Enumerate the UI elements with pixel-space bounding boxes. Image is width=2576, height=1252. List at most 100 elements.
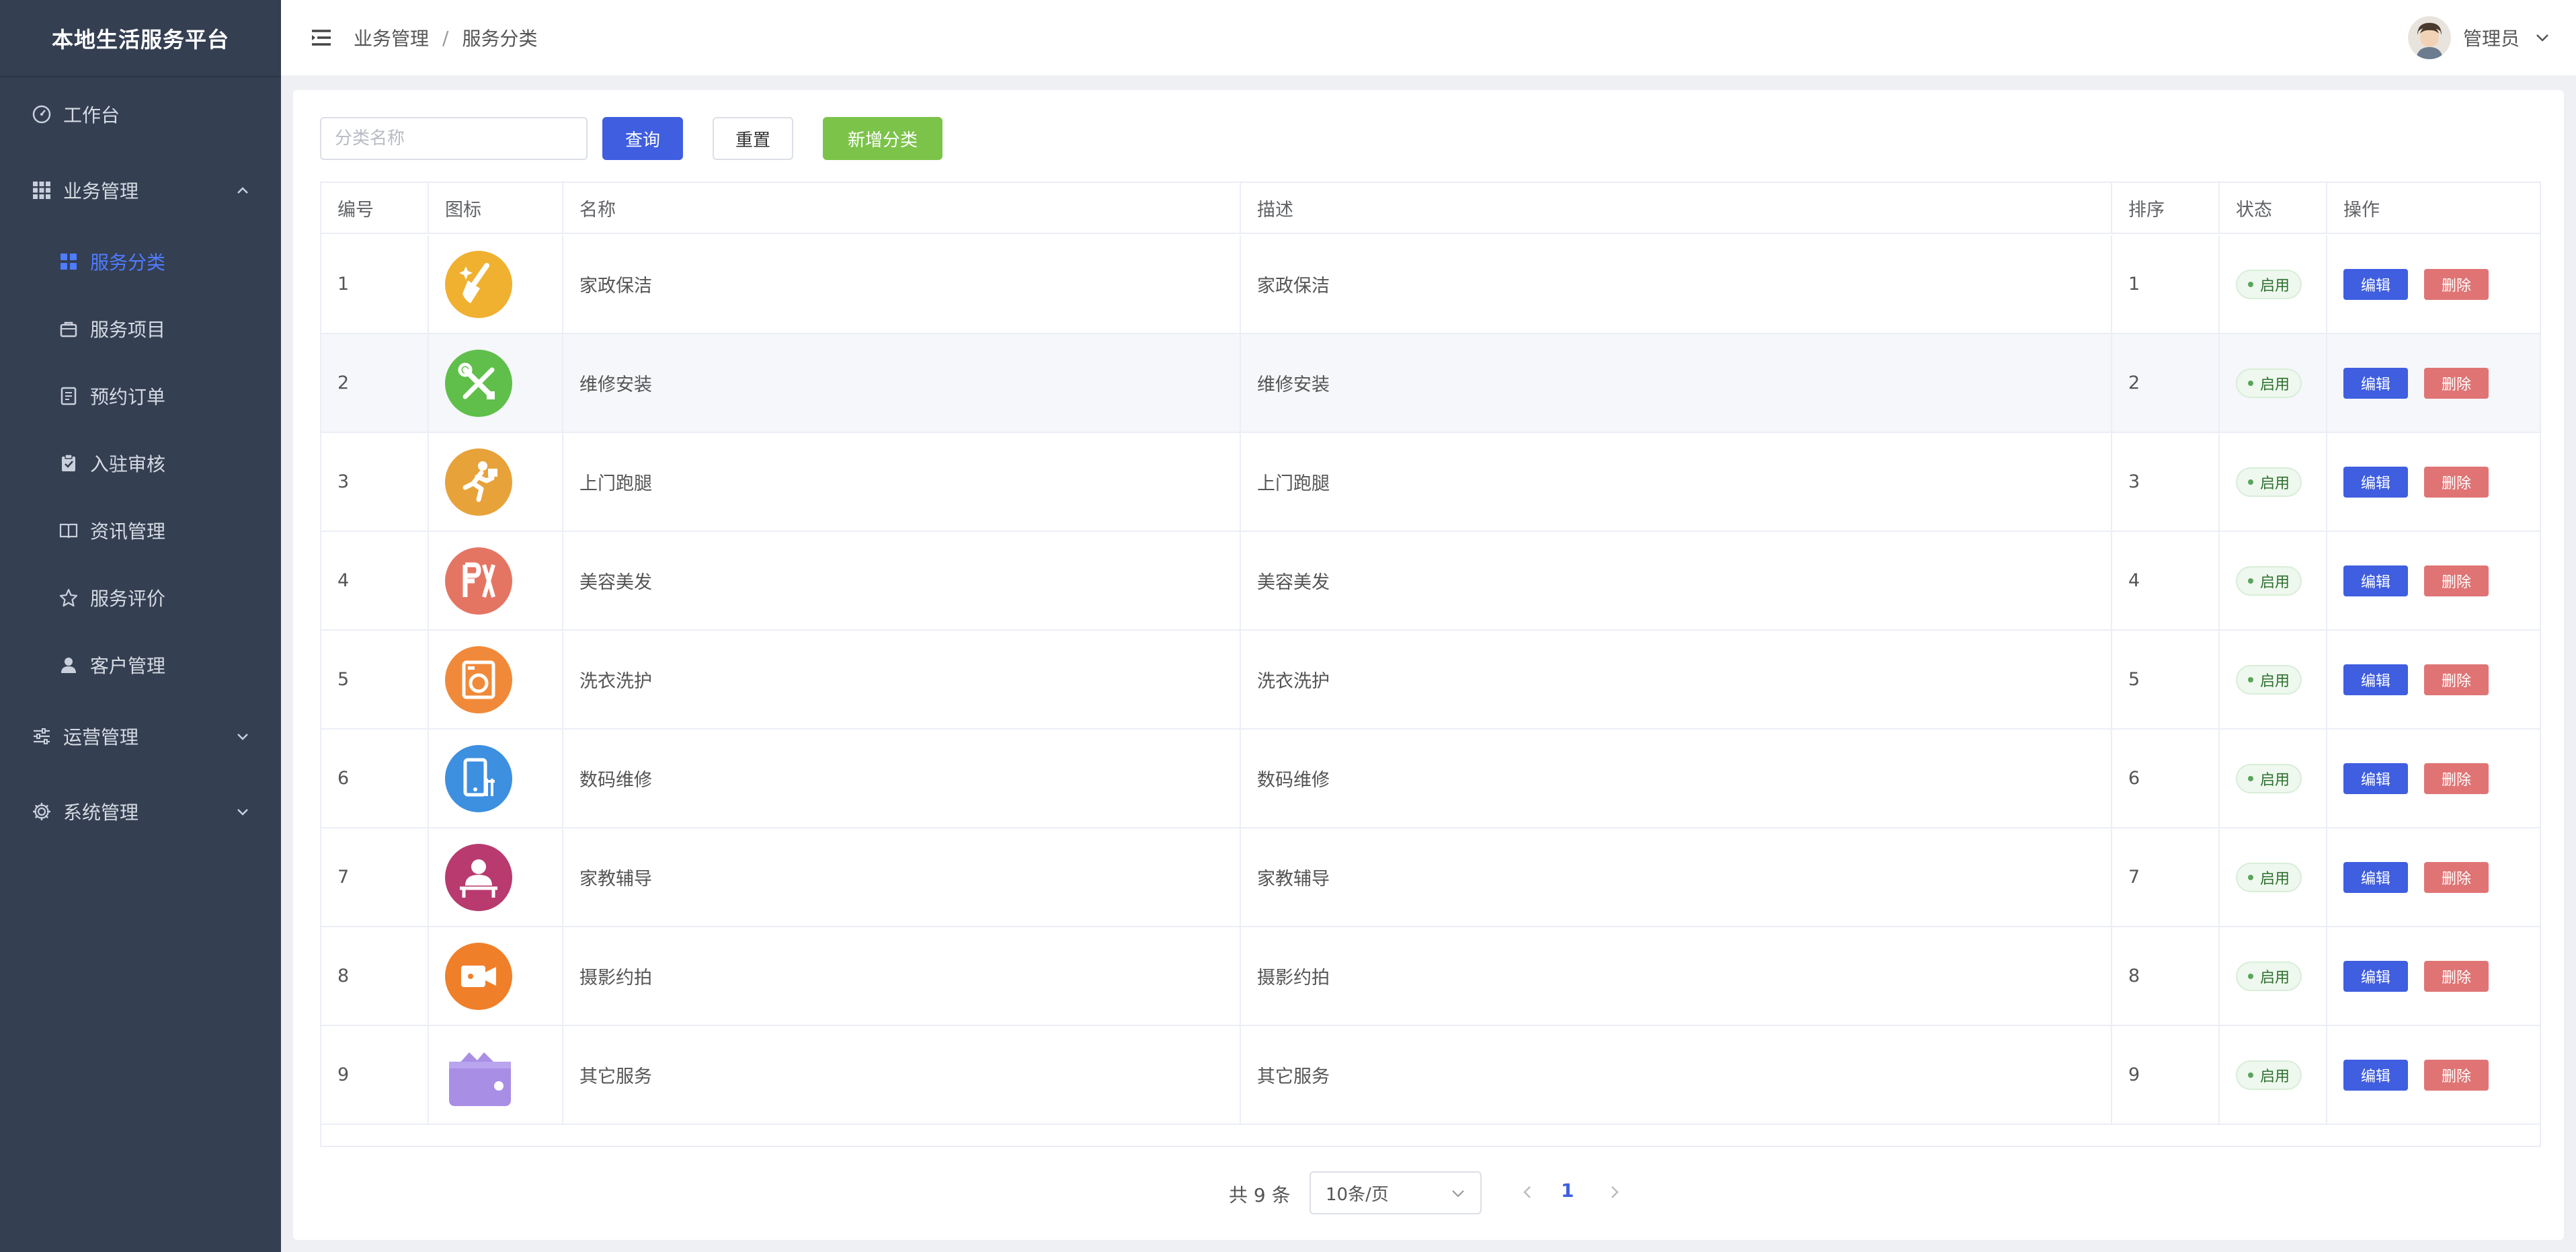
column-header-status: 状态 — [2220, 183, 2327, 233]
breadcrumb-item-current: 服务分类 — [462, 28, 538, 50]
category-name-search-input[interactable] — [320, 117, 588, 160]
cell-status: 启用 — [2220, 235, 2327, 333]
query-button[interactable]: 查询 — [602, 117, 683, 160]
delete-button[interactable]: 删除 — [2424, 762, 2489, 794]
sidebar-item-label: 工作台 — [63, 104, 120, 126]
page-size-select[interactable]: 10条/页 — [1310, 1171, 1482, 1214]
cell-name: 其它服务 — [563, 1026, 1241, 1124]
edit-button[interactable]: 编辑 — [2343, 664, 2408, 695]
column-header-name: 名称 — [563, 183, 1241, 233]
sidebar-item-business[interactable]: 业务管理 — [0, 160, 281, 221]
cell-actions: 编辑 删除 — [2327, 730, 2542, 827]
user-menu[interactable]: 管理员 — [2407, 16, 2552, 59]
book-icon — [56, 518, 81, 543]
status-dot-icon — [2248, 479, 2253, 485]
column-header-actions: 操作 — [2343, 199, 2380, 221]
scissors-comb-icon — [462, 562, 495, 598]
delete-button[interactable]: 删除 — [2424, 861, 2489, 893]
pagination: 共 9 条 10条/页 1 — [293, 1171, 2564, 1214]
sidebar-item-customers[interactable]: 客户管理 — [0, 635, 281, 695]
chevron-down-icon — [237, 734, 248, 740]
phone-repair-icon — [463, 758, 495, 796]
table-row: 9 其它服务 其它服务 9 启用 编辑 删除 — [321, 1026, 2540, 1125]
sidebar-item-system[interactable]: 系统管理 — [0, 781, 281, 842]
cell-sort: 5 — [2112, 631, 2220, 728]
column-header-id: 编号 — [321, 183, 429, 233]
cell-name: 洗衣洗护 — [563, 631, 1241, 728]
delete-button[interactable]: 删除 — [2424, 664, 2489, 695]
status-text: 启用 — [2260, 969, 2290, 986]
status-badge: 启用 — [2236, 565, 2302, 596]
sidebar-item-orders[interactable]: 预约订单 — [0, 366, 281, 426]
next-page-icon[interactable] — [1604, 1182, 1624, 1202]
status-dot-icon — [2248, 578, 2253, 584]
cell-id: 9 — [321, 1026, 429, 1124]
status-badge: 启用 — [2236, 467, 2302, 497]
content-card: 查询 重置 新增分类 编号 图标 名称 描述 排序 状态 操作 1 家政保洁 家… — [293, 90, 2564, 1240]
sidebar-item-operations[interactable]: 运营管理 — [0, 706, 281, 767]
cell-description: 上门跑腿 — [1241, 433, 2112, 531]
table-row: 6 数码维修 数码维修 6 启用 编辑 删除 — [321, 730, 2540, 828]
sidebar-item-workbench[interactable]: 工作台 — [0, 84, 281, 145]
edit-button[interactable]: 编辑 — [2343, 268, 2408, 300]
sidebar-item-service-items[interactable]: 服务项目 — [0, 299, 281, 359]
bag-icon — [56, 317, 81, 341]
chevron-down-icon — [1452, 1190, 1464, 1198]
delete-button[interactable]: 删除 — [2424, 565, 2489, 596]
cell-status: 启用 — [2220, 631, 2327, 728]
cell-sort: 8 — [2112, 927, 2220, 1025]
status-badge: 启用 — [2236, 1060, 2302, 1090]
status-dot-icon — [2248, 676, 2253, 682]
user-name: 管理员 — [2462, 28, 2520, 50]
edit-button[interactable]: 编辑 — [2343, 367, 2408, 399]
sidebar-item-review[interactable]: 入驻审核 — [0, 433, 281, 494]
dashboard-icon — [30, 102, 54, 126]
cell-icon — [429, 631, 563, 728]
reset-button[interactable]: 重置 — [713, 117, 793, 160]
add-category-button[interactable]: 新增分类 — [823, 117, 942, 160]
cell-id: 8 — [321, 927, 429, 1025]
cell-id: 5 — [321, 631, 429, 728]
edit-button[interactable]: 编辑 — [2343, 861, 2408, 893]
cell-description: 其它服务 — [1241, 1026, 2112, 1124]
sidebar-item-news[interactable]: 资讯管理 — [0, 500, 281, 561]
breadcrumb-item[interactable]: 业务管理 — [354, 24, 429, 51]
status-dot-icon — [2248, 1072, 2253, 1078]
phone-repair-icon-badge — [445, 744, 512, 812]
delete-button[interactable]: 删除 — [2424, 960, 2489, 992]
cell-icon — [429, 828, 563, 926]
cell-actions: 编辑 删除 — [2327, 235, 2542, 333]
delete-button[interactable]: 删除 — [2424, 1059, 2489, 1091]
edit-button[interactable]: 编辑 — [2343, 1059, 2408, 1091]
cell-id: 3 — [321, 433, 429, 531]
edit-button[interactable]: 编辑 — [2343, 565, 2408, 596]
delete-button[interactable]: 删除 — [2424, 367, 2489, 399]
broom-icon — [459, 262, 489, 303]
column-header-icon: 图标 — [429, 183, 563, 233]
prev-page-icon[interactable] — [1518, 1182, 1538, 1202]
edit-button[interactable]: 编辑 — [2343, 762, 2408, 794]
status-text: 启用 — [2260, 475, 2290, 492]
sidebar-item-service-category[interactable]: 服务分类 — [0, 231, 281, 292]
cell-name: 数码维修 — [563, 730, 1241, 827]
cell-sort: 4 — [2112, 532, 2220, 629]
menu-toggle-icon[interactable] — [309, 26, 333, 50]
delete-button[interactable]: 删除 — [2424, 466, 2489, 498]
sidebar-item-ratings[interactable]: 服务评价 — [0, 568, 281, 628]
cell-sort: 7 — [2112, 828, 2220, 926]
runner-icon — [462, 461, 497, 502]
table-row: 3 上门跑腿 上门跑腿 3 启用 编辑 删除 — [321, 433, 2540, 532]
sliders-icon — [30, 724, 54, 748]
chevron-up-icon — [237, 187, 248, 194]
sidebar-item-label: 服务评价 — [90, 588, 166, 610]
edit-button[interactable]: 编辑 — [2343, 466, 2408, 498]
edit-button[interactable]: 编辑 — [2343, 960, 2408, 992]
cell-actions: 编辑 删除 — [2327, 532, 2542, 629]
sidebar-item-label: 资讯管理 — [90, 520, 166, 543]
status-text: 启用 — [2260, 870, 2290, 888]
page-number-current[interactable]: 1 — [1561, 1179, 1574, 1202]
cell-description: 家政保洁 — [1241, 235, 2112, 333]
status-text: 启用 — [2260, 574, 2290, 591]
delete-button[interactable]: 删除 — [2424, 268, 2489, 300]
cell-status: 启用 — [2220, 532, 2327, 629]
